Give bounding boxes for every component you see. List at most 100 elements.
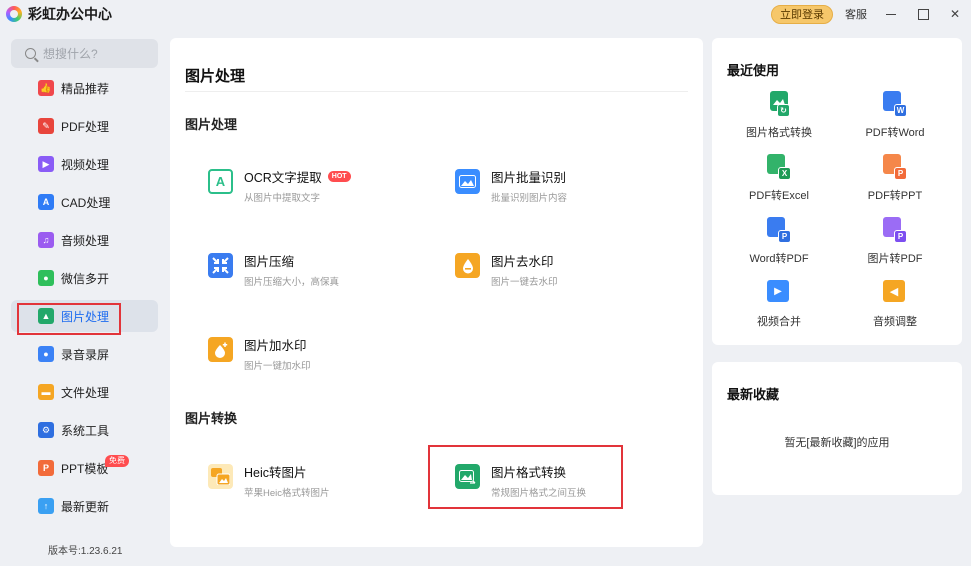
card-desc: 图片压缩大小，高保真 bbox=[244, 277, 340, 288]
recent-tool-pdf-word[interactable]: W PDF转Word bbox=[840, 91, 950, 140]
card-title: OCR文字提取 HOT bbox=[244, 167, 351, 186]
ppt-icon: P bbox=[38, 460, 54, 476]
microphone-icon: ● bbox=[38, 346, 54, 362]
tool-label: 图片转PDF bbox=[867, 253, 923, 265]
thumb-up-icon: 👍 bbox=[38, 80, 54, 96]
recent-tool-video-merge[interactable]: ▶ 视频合并 bbox=[724, 280, 834, 329]
sidebar: 👍 精品推荐 ✎ PDF处理 ▶ 视频处理 A CAD处理 ♫ 音频处理 ● 微… bbox=[0, 28, 168, 566]
card-desc: 批量识别图片内容 bbox=[491, 193, 568, 204]
wechat-icon: ● bbox=[38, 270, 54, 286]
sidebar-item-label: 录音录屏 bbox=[61, 347, 110, 362]
card-title: Heic转图片 bbox=[244, 466, 307, 480]
sidebar-item-recommended[interactable]: 👍 精品推荐 bbox=[11, 72, 158, 104]
sidebar-item-label: 视频处理 bbox=[61, 157, 110, 172]
card-title: 图片去水印 bbox=[491, 255, 554, 269]
sidebar-item-pdf[interactable]: ✎ PDF处理 bbox=[11, 110, 158, 142]
tool-label: Word转PDF bbox=[749, 253, 809, 265]
folder-icon: ▬ bbox=[38, 384, 54, 400]
video-merge-icon: ▶ bbox=[767, 280, 791, 306]
maximize-icon[interactable] bbox=[907, 0, 939, 28]
sidebar-item-label: CAD处理 bbox=[61, 195, 111, 210]
panel-title: 最近使用 bbox=[727, 63, 780, 78]
sidebar-nav: 👍 精品推荐 ✎ PDF处理 ▶ 视频处理 A CAD处理 ♫ 音频处理 ● 微… bbox=[11, 72, 158, 528]
free-badge: 免费 bbox=[105, 455, 129, 467]
speaker-icon: ◀ bbox=[883, 280, 907, 306]
tool-card-heic[interactable]: Heic转图片 苹果Heic格式转图片 bbox=[208, 462, 330, 499]
version-label: 版本号:1.23.6.21 bbox=[48, 546, 123, 557]
pdf-icon: ✎ bbox=[38, 118, 54, 134]
sidebar-item-updates[interactable]: ↑ 最新更新 bbox=[11, 490, 158, 522]
tool-card-batch-recognize[interactable]: 图片批量识别 批量识别图片内容 bbox=[455, 167, 567, 204]
sidebar-item-cad[interactable]: A CAD处理 bbox=[11, 186, 158, 218]
pdf-to-excel-icon: X bbox=[767, 154, 791, 180]
card-title: 图片批量识别 bbox=[491, 171, 567, 185]
sidebar-item-ppt[interactable]: P PPT模板 免费 bbox=[11, 452, 158, 484]
heic-image-icon bbox=[208, 464, 233, 489]
add-watermark-icon bbox=[208, 337, 233, 362]
divider bbox=[185, 91, 688, 92]
image-convert-icon: ↻ bbox=[767, 91, 791, 117]
gear-icon: ⚙ bbox=[38, 422, 54, 438]
search-input[interactable] bbox=[43, 46, 143, 61]
tool-card-add-watermark[interactable]: 图片加水印 图片一键加水印 bbox=[208, 335, 311, 372]
section-title: 图片处理 bbox=[185, 117, 238, 132]
cad-icon: A bbox=[38, 194, 54, 210]
empty-state-text: 暂无[最新收藏]的应用 bbox=[784, 437, 890, 449]
recent-tool-pdf-ppt[interactable]: P PDF转PPT bbox=[840, 154, 950, 203]
page-title: 图片处理 bbox=[185, 68, 246, 85]
recent-tool-image-pdf[interactable]: P 图片转PDF bbox=[840, 217, 950, 266]
card-desc: 图片一键去水印 bbox=[491, 277, 558, 288]
ocr-icon: A bbox=[208, 169, 233, 194]
sidebar-item-label: PDF处理 bbox=[61, 119, 110, 134]
tool-card-ocr[interactable]: A OCR文字提取 HOT 从图片中提取文字 bbox=[208, 167, 351, 204]
sidebar-item-label: PPT模板 bbox=[61, 461, 109, 476]
video-icon: ▶ bbox=[38, 156, 54, 172]
recent-tool-word-pdf[interactable]: P Word转PDF bbox=[724, 217, 834, 266]
tool-label: 音频调整 bbox=[873, 316, 917, 328]
sidebar-item-record[interactable]: ● 录音录屏 bbox=[11, 338, 158, 370]
tool-label: 视频合并 bbox=[757, 316, 801, 328]
app-title: 彩虹办公中心 bbox=[28, 6, 112, 22]
recent-tool-image-format[interactable]: ↻ 图片格式转换 bbox=[724, 91, 834, 140]
highlight-box bbox=[428, 445, 623, 509]
search-icon bbox=[25, 48, 36, 59]
tool-card-compress[interactable]: 图片压缩 图片压缩大小，高保真 bbox=[208, 251, 339, 288]
panel-title: 最新收藏 bbox=[727, 387, 780, 402]
tool-card-remove-watermark[interactable]: 图片去水印 图片一键去水印 bbox=[455, 251, 558, 288]
tool-label: PDF转Word bbox=[865, 127, 925, 139]
sidebar-item-label: 精品推荐 bbox=[61, 81, 110, 96]
word-to-pdf-icon: P bbox=[767, 217, 791, 243]
sidebar-item-label: 微信多开 bbox=[61, 271, 110, 286]
water-drop-icon bbox=[455, 253, 480, 278]
sidebar-item-label: 最新更新 bbox=[61, 499, 110, 514]
tool-label: 图片格式转换 bbox=[746, 127, 812, 139]
favorites-panel: 最新收藏 暂无[最新收藏]的应用 bbox=[712, 362, 962, 495]
sidebar-item-file[interactable]: ▬ 文件处理 bbox=[11, 376, 158, 408]
card-desc: 从图片中提取文字 bbox=[244, 193, 321, 204]
sidebar-item-system[interactable]: ⚙ 系统工具 bbox=[11, 414, 158, 446]
sidebar-item-video[interactable]: ▶ 视频处理 bbox=[11, 148, 158, 180]
image-batch-icon bbox=[455, 169, 480, 194]
sidebar-item-label: 文件处理 bbox=[61, 385, 110, 400]
recent-tool-pdf-excel[interactable]: X PDF转Excel bbox=[724, 154, 834, 203]
search-box[interactable] bbox=[11, 39, 158, 68]
recent-tool-audio-adjust[interactable]: ◀ 音频调整 bbox=[840, 280, 950, 329]
hot-badge: HOT bbox=[327, 171, 351, 182]
login-button[interactable]: 立即登录 bbox=[771, 4, 833, 24]
tool-label: PDF转PPT bbox=[867, 190, 923, 202]
close-icon[interactable]: ✕ bbox=[939, 0, 971, 28]
customer-service-link[interactable]: 客服 bbox=[845, 6, 867, 22]
highlight-box bbox=[17, 303, 121, 335]
card-desc: 图片一键加水印 bbox=[244, 361, 311, 372]
image-to-pdf-icon: P bbox=[883, 217, 907, 243]
title-bar: 彩虹办公中心 立即登录 客服 ✕ bbox=[0, 0, 971, 28]
pdf-to-word-icon: W bbox=[883, 91, 907, 117]
music-icon: ♫ bbox=[38, 232, 54, 248]
sidebar-item-audio[interactable]: ♫ 音频处理 bbox=[11, 224, 158, 256]
minimize-icon[interactable] bbox=[875, 0, 907, 28]
card-title: 图片压缩 bbox=[244, 255, 295, 269]
sidebar-item-wechat[interactable]: ● 微信多开 bbox=[11, 262, 158, 294]
rainbow-logo-icon bbox=[6, 6, 22, 22]
tool-label: PDF转Excel bbox=[749, 190, 809, 202]
compress-icon bbox=[208, 253, 233, 278]
